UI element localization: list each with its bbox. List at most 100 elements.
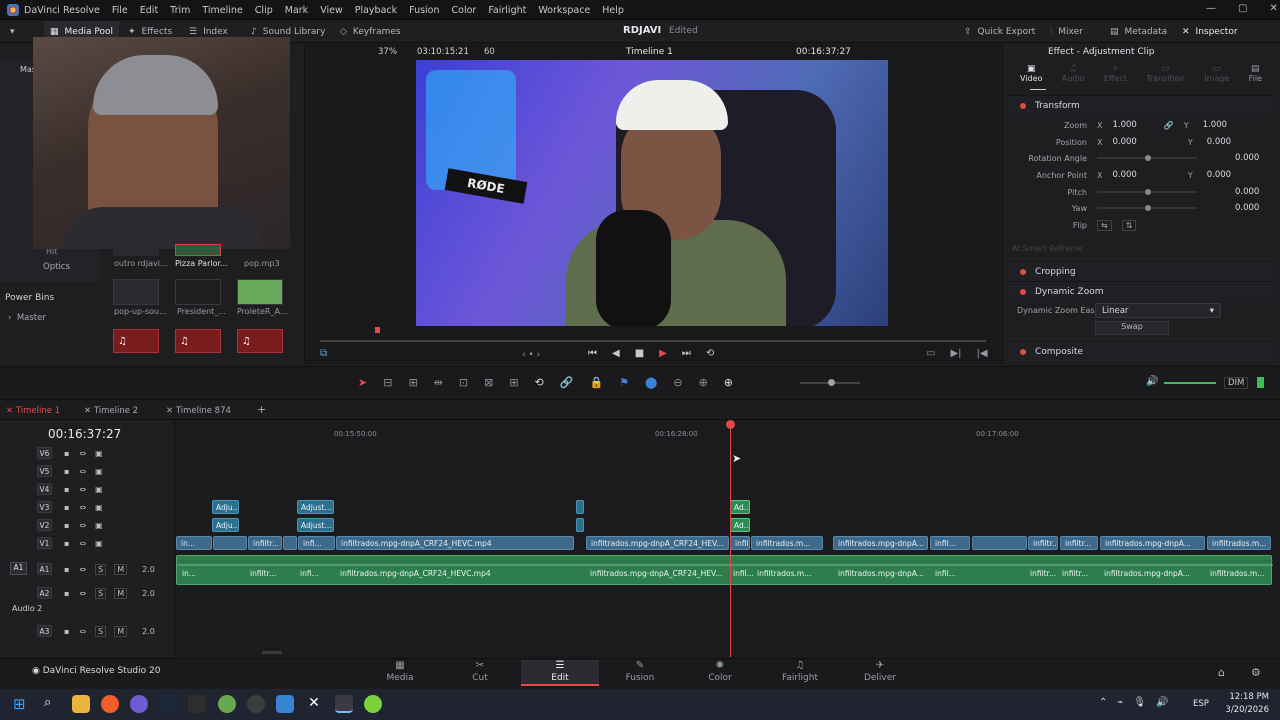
tab-transition[interactable]: ▭ Transition (1146, 64, 1185, 90)
capcut-icon[interactable]: ✕ (305, 695, 323, 713)
auto-select-icon[interactable]: ⇔ (79, 485, 86, 494)
lock-icon[interactable]: ▪ (64, 589, 69, 598)
solo-button[interactable]: S (95, 587, 107, 599)
position-lock-icon[interactable]: 🔒 (589, 376, 603, 389)
play-icon[interactable]: ▶ (659, 348, 667, 359)
close-tab-icon[interactable]: ✕ (6, 406, 13, 416)
menu-fairlight[interactable]: Fairlight (488, 5, 526, 16)
monitor-icon[interactable]: ▣ (95, 485, 103, 494)
video-clip[interactable] (283, 536, 297, 550)
page-edit[interactable]: ☰ Edit (521, 660, 599, 686)
davinci-resolve-taskbar-icon[interactable] (335, 695, 353, 713)
adjustment-clip-selected[interactable]: Ad... (730, 500, 750, 514)
flip-vertical-icon[interactable]: ⇅ (1121, 219, 1137, 231)
tab-timeline-2[interactable]: ✕ Timeline 2 (84, 406, 138, 416)
maximize-icon[interactable]: ▢ (1238, 3, 1247, 14)
reverse-play-icon[interactable]: ◀ (612, 348, 620, 359)
video-clip[interactable]: infil... (730, 536, 750, 550)
solo-button[interactable]: S (95, 625, 107, 637)
anchor-x-value[interactable]: 0.000 (1112, 170, 1136, 180)
inspector-button[interactable]: ✕ Inspector (1182, 21, 1238, 43)
tab-effect[interactable]: ✧ Effect (1104, 64, 1127, 90)
auto-select-icon[interactable]: ⇔ (79, 467, 86, 476)
viewer-scrubber[interactable] (320, 340, 986, 342)
viewer-timeline-name[interactable]: Timeline 1 (626, 47, 673, 57)
playhead-handle[interactable] (726, 420, 735, 429)
menu-playback[interactable]: Playback (355, 5, 397, 16)
lock-icon[interactable]: ▪ (64, 627, 69, 636)
clip-thumb[interactable] (175, 279, 221, 305)
next-frame-icon[interactable]: ▶| (950, 348, 961, 359)
lock-icon[interactable]: ▪ (64, 539, 69, 548)
lock-icon[interactable]: ▪ (64, 565, 69, 574)
page-deliver[interactable]: ✈ Deliver (845, 660, 915, 686)
video-clip[interactable]: infiltrados.mpg-dnpA... (1100, 536, 1205, 550)
enable-dot-icon[interactable] (1020, 102, 1026, 109)
dz-ease-select[interactable]: Linear ▾ (1095, 303, 1221, 318)
lock-icon[interactable]: ▪ (64, 485, 69, 494)
adjustment-clip[interactable]: Adjust... (297, 500, 334, 514)
blade-tool-icon[interactable]: ⇹ (434, 376, 443, 389)
discord-icon[interactable] (130, 695, 148, 713)
adjustment-clip[interactable] (576, 518, 584, 532)
page-media[interactable]: ▦ Media (365, 660, 435, 686)
page-fairlight[interactable]: ♫ Fairlight (765, 660, 835, 686)
link-icon[interactable]: 🔗 (1164, 121, 1174, 130)
menu-workspace[interactable]: Workspace (538, 5, 590, 16)
go-to-start-icon[interactable]: ⏮ (588, 348, 597, 359)
close-tab-icon[interactable]: ✕ (166, 406, 173, 416)
flip-horizontal-icon[interactable]: ⇆ (1097, 219, 1112, 231)
video-clip[interactable]: infiltr... (1028, 536, 1058, 550)
position-y-value[interactable]: 0.000 (1207, 137, 1231, 147)
network-icon[interactable]: ⌁ (1117, 697, 1123, 708)
video-clip[interactable]: infiltrados.m... (1207, 536, 1271, 550)
zoom-slider-handle[interactable] (828, 379, 835, 386)
mute-button[interactable]: M (114, 587, 128, 599)
adjustment-clip[interactable]: Adjust... (297, 518, 334, 532)
clip-thumb-selected[interactable] (175, 244, 221, 256)
mixer-button[interactable]: ⫶ Mixer (1050, 21, 1083, 43)
auto-select-icon[interactable]: ⇔ (79, 627, 86, 636)
auto-select-icon[interactable]: ⇔ (79, 589, 86, 598)
track-tag[interactable]: V6 (37, 447, 52, 459)
add-tab-icon[interactable]: + (257, 403, 266, 416)
home-icon[interactable]: ⌂ (1218, 666, 1225, 679)
menu-clip[interactable]: Clip (255, 5, 273, 16)
track-tag[interactable]: V5 (37, 465, 52, 477)
flag-icon[interactable]: ⚑ (619, 376, 629, 389)
track-tag[interactable]: A1 (37, 563, 52, 575)
clip-thumb[interactable] (113, 244, 159, 256)
metadata-button[interactable]: ▤ Metadata (1110, 21, 1167, 43)
microphone-icon[interactable]: 🎙 (1133, 697, 1146, 708)
menu-color[interactable]: Color (452, 5, 477, 16)
loop-icon[interactable]: ⟲ (706, 348, 714, 359)
timeline-timecode[interactable]: 00:16:37:27 (48, 427, 121, 441)
epic-games-icon[interactable] (188, 695, 206, 713)
video-clip[interactable] (972, 536, 1027, 550)
lock-icon[interactable]: ▪ (64, 449, 69, 458)
track-tag[interactable]: V2 (37, 519, 52, 531)
prev-frame-icon[interactable]: |◀ (977, 348, 988, 359)
menu-help[interactable]: Help (602, 5, 624, 16)
monitor-icon[interactable]: ▣ (95, 521, 103, 530)
marker-icon[interactable]: ⬤ (645, 376, 657, 389)
video-clip[interactable]: infiltrados.mpg-dnpA_CRF24_HEVC.mp4 (336, 536, 574, 550)
steam-icon[interactable] (159, 695, 177, 713)
timeline-scrollbar[interactable] (262, 651, 282, 654)
zoom-y-value[interactable]: 1.000 (1203, 120, 1227, 130)
keyframes-button[interactable]: ◇ Keyframes (340, 21, 401, 43)
jog-control[interactable]: ‹ • › (522, 350, 540, 360)
pitch-value[interactable]: 0.000 (1235, 187, 1259, 197)
clip-thumb[interactable] (113, 279, 159, 305)
composite-section[interactable]: Composite (1008, 341, 1274, 361)
xbox-icon[interactable] (218, 695, 236, 713)
track-tag[interactable]: A2 (37, 587, 52, 599)
track-tag[interactable]: V3 (37, 501, 52, 513)
rotation-value[interactable]: 0.000 (1235, 153, 1259, 163)
brave-browser-icon[interactable] (101, 695, 119, 713)
close-tab-icon[interactable]: ✕ (84, 406, 91, 416)
menu-timeline[interactable]: Timeline (202, 5, 242, 16)
enable-dot-icon[interactable] (1020, 348, 1026, 355)
clock-time[interactable]: 12:18 PM (1227, 692, 1269, 702)
video-clip[interactable]: infi... (298, 536, 335, 550)
